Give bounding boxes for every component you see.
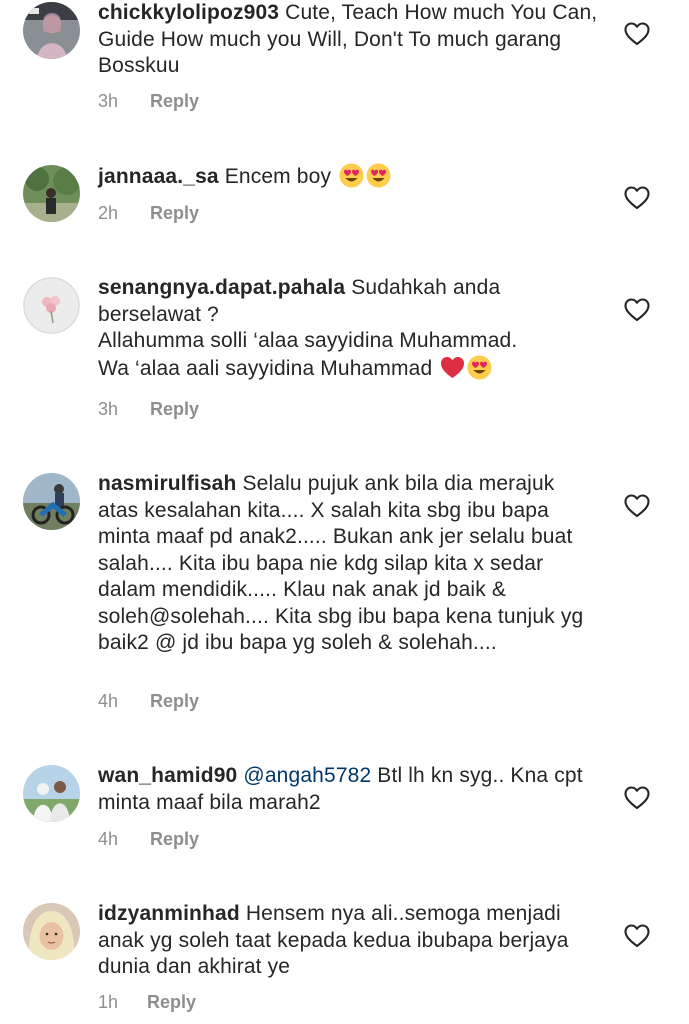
comment-meta: 4h Reply — [98, 829, 199, 850]
heart-outline-icon[interactable] — [624, 298, 650, 322]
comment-text: senangnya.dapat.pahala Sudahkah anda ber… — [98, 275, 598, 382]
username[interactable]: senangnya.dapat.pahala — [98, 276, 345, 299]
comment-meta: 3h Reply — [98, 399, 199, 420]
username[interactable]: wan_hamid90 — [98, 764, 237, 787]
comment-meta: 4h Reply — [98, 691, 199, 712]
username[interactable]: idzyanminhad — [98, 902, 240, 925]
comment-meta: 1h Reply — [98, 992, 196, 1013]
username[interactable]: nasmirulfisah — [98, 472, 237, 495]
mention-link[interactable]: @angah5782 — [243, 764, 371, 787]
reply-button[interactable]: Reply — [150, 691, 199, 711]
timestamp: 4h — [98, 829, 119, 849]
timestamp: 4h — [98, 691, 119, 711]
timestamp: 3h — [98, 399, 119, 419]
reply-button[interactable]: Reply — [150, 203, 199, 223]
comment-text: chickkylolipoz903 Cute, Teach How much Y… — [98, 0, 598, 80]
reply-button[interactable]: Reply — [150, 399, 199, 419]
avatar[interactable] — [23, 473, 80, 530]
comment-text: wan_hamid90 @angah5782 Btl lh kn syg.. K… — [98, 763, 598, 816]
timestamp: 1h — [98, 992, 119, 1012]
heart-outline-icon[interactable] — [624, 786, 650, 810]
reply-button[interactable]: Reply — [147, 992, 196, 1012]
heart-eyes-emoji — [366, 163, 391, 188]
comment-meta: 2h Reply — [98, 203, 199, 224]
heart-eyes-emoji — [339, 163, 364, 188]
comment-text: jannaaa._sa Encem boy — [98, 163, 598, 191]
heart-outline-icon[interactable] — [624, 22, 650, 46]
avatar[interactable] — [23, 165, 80, 222]
avatar[interactable] — [23, 903, 80, 960]
comment-body: Encem boy — [218, 165, 332, 188]
red-heart-emoji — [441, 356, 465, 378]
heart-eyes-emoji — [467, 355, 492, 379]
heart-outline-icon[interactable] — [624, 186, 650, 210]
comment-text: nasmirulfisah Selalu pujuk ank bila dia … — [98, 471, 598, 657]
heart-outline-icon[interactable] — [624, 924, 650, 948]
timestamp: 3h — [98, 91, 119, 111]
reply-button[interactable]: Reply — [150, 829, 199, 849]
username[interactable]: chickkylolipoz903 — [98, 1, 279, 24]
comment-text: idzyanminhad Hensem nya ali..semoga menj… — [98, 901, 598, 981]
timestamp: 2h — [98, 203, 119, 223]
avatar[interactable] — [23, 765, 80, 822]
avatar[interactable] — [23, 277, 80, 334]
comment-meta: 3h Reply — [98, 91, 199, 112]
username[interactable]: jannaaa._sa — [98, 165, 219, 188]
reply-button[interactable]: Reply — [150, 91, 199, 111]
heart-outline-icon[interactable] — [624, 494, 650, 518]
avatar[interactable] — [23, 2, 80, 59]
comment-body: Selalu pujuk ank bila dia merajuk atas k… — [98, 472, 590, 654]
